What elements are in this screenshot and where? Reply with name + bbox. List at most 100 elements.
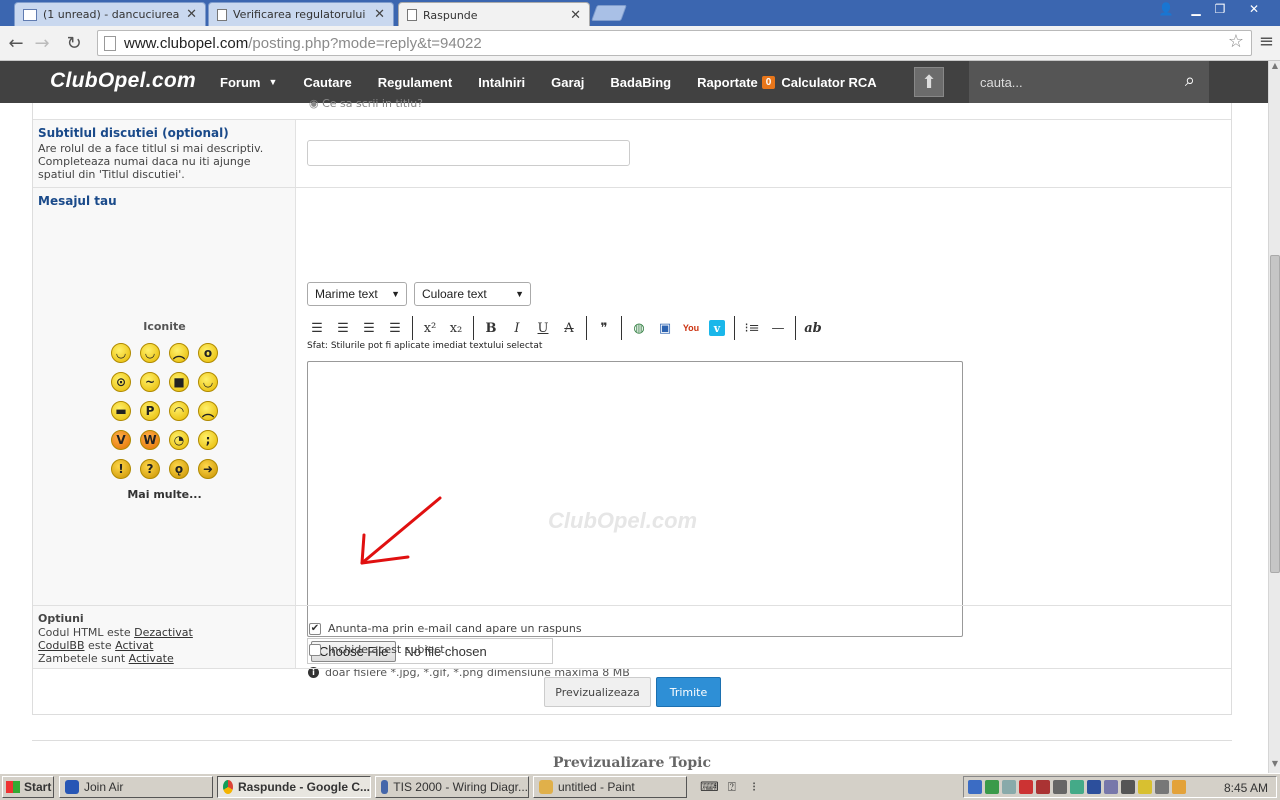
scroll-top-arrow-icon[interactable]: ⬆ [914, 67, 944, 97]
site-search-input[interactable]: cauta... ⌕ [969, 61, 1209, 103]
site-logo[interactable]: ClubOpel.com [50, 69, 196, 93]
emoticon-wink-icon[interactable]: ; [198, 430, 218, 450]
emoticon-evil-icon[interactable]: V [111, 430, 131, 450]
emoticon-eek-icon[interactable]: ⊙ [111, 372, 131, 392]
task-join-air[interactable]: Join Air [59, 776, 213, 798]
bold-icon[interactable]: B [478, 319, 504, 337]
bookmark-star-icon[interactable]: ☆ [1228, 31, 1244, 52]
question-icon[interactable]: ? [140, 459, 160, 479]
emoticon-laugh-icon[interactable]: ◡ [111, 343, 131, 363]
tab-raspunde[interactable]: Raspunde ✕ [398, 2, 590, 27]
bbcode-link[interactable]: CodulBB [38, 639, 85, 652]
forward-icon[interactable]: → [31, 32, 53, 54]
menu-icon[interactable]: ≡ [1259, 31, 1274, 52]
tray-network-icon[interactable] [1121, 780, 1135, 794]
text-color-select[interactable]: Culoare text ▼ [414, 282, 531, 306]
help-icon[interactable]: ⍰ [728, 779, 736, 795]
notify-option[interactable]: ✔ Anunta-ma prin e-mail cand apare un ras… [309, 622, 582, 635]
emoticon-razz-icon[interactable]: P [140, 401, 160, 421]
underline-icon[interactable]: U [530, 319, 556, 337]
scroll-up-icon[interactable]: ▲ [1269, 61, 1280, 73]
scroll-down-icon[interactable]: ▼ [1269, 759, 1280, 771]
restore-icon[interactable]: ❐ [1206, 0, 1234, 18]
tray-app-icon[interactable] [1138, 780, 1152, 794]
lock-option[interactable]: Inchide acest subiect [309, 643, 445, 656]
bbcode-state-link[interactable]: Activat [115, 639, 153, 652]
arrow-icon[interactable]: ➜ [198, 459, 218, 479]
tray-app-icon[interactable] [1087, 780, 1101, 794]
overflow-icon[interactable]: ⁝ [752, 779, 756, 795]
new-tab-button[interactable] [591, 5, 627, 21]
close-icon[interactable]: ✕ [374, 7, 385, 22]
subscript-icon[interactable]: x₂ [443, 319, 469, 337]
notify-checkbox[interactable]: ✔ [309, 622, 321, 635]
task-chrome[interactable]: Raspunde - Google C... [217, 776, 371, 798]
remove-format-icon[interactable]: ab [800, 319, 826, 337]
nav-raportate[interactable]: Raportate 0 [697, 75, 781, 90]
image-icon[interactable]: ▣ [652, 319, 678, 337]
address-bar[interactable]: www.clubopel.com/posting.php?mode=reply&… [97, 30, 1252, 56]
emoticon-sad-icon[interactable]: ︵ [169, 343, 189, 363]
tray-app-icon[interactable] [968, 780, 982, 794]
nav-forum[interactable]: Forum ▼ [220, 75, 277, 90]
link-globe-icon[interactable]: ◍ [626, 319, 652, 337]
align-center-icon[interactable]: ☰ [356, 319, 382, 337]
lock-checkbox[interactable] [309, 643, 321, 656]
tray-app-icon[interactable] [1070, 780, 1084, 794]
nav-calculator-rca[interactable]: Calculator RCA [781, 75, 876, 90]
start-button[interactable]: Start [2, 776, 54, 798]
bullet-list-icon[interactable]: ⁝≡ [739, 319, 765, 337]
clock[interactable]: 8:45 AM [1224, 781, 1268, 795]
task-tis2000[interactable]: TIS 2000 - Wiring Diagr... [375, 776, 529, 798]
nav-garaj[interactable]: Garaj [551, 75, 584, 90]
emoticon-surprised-icon[interactable]: o [198, 343, 218, 363]
tray-app-icon[interactable] [1019, 780, 1033, 794]
html-state-link[interactable]: Dezactivat [134, 626, 193, 639]
tray-app-icon[interactable] [1104, 780, 1118, 794]
align-left-icon[interactable]: ☰ [304, 319, 330, 337]
align-right-icon[interactable]: ☰ [330, 319, 356, 337]
tray-app-icon[interactable] [1172, 780, 1186, 794]
emoticon-twisted-icon[interactable]: W [140, 430, 160, 450]
align-justify-icon[interactable]: ☰ [382, 319, 408, 337]
close-icon[interactable]: ✕ [186, 7, 197, 22]
idea-icon[interactable]: ǫ [169, 459, 189, 479]
text-size-select[interactable]: Marime text ▼ [307, 282, 407, 306]
quote-icon[interactable]: ❞ [591, 319, 617, 337]
tray-app-icon[interactable] [985, 780, 999, 794]
superscript-icon[interactable]: x² [417, 319, 443, 337]
task-paint[interactable]: untitled - Paint [533, 776, 687, 798]
emoticon-confused-icon[interactable]: ~ [140, 372, 160, 392]
emoticon-cool-icon[interactable]: ■ [169, 372, 189, 392]
nav-regulament[interactable]: Regulament [378, 75, 452, 90]
tray-app-icon[interactable] [1002, 780, 1016, 794]
emoticon-smile-icon[interactable]: ◡ [198, 372, 218, 392]
reload-icon[interactable]: ↻ [63, 32, 85, 54]
nav-intalniri[interactable]: Intalniri [478, 75, 525, 90]
back-icon[interactable]: ← [5, 32, 27, 54]
window-close-icon[interactable]: ✕ [1240, 0, 1268, 18]
tab-verificarea[interactable]: Verificarea regulatorului de te... ✕ [208, 2, 394, 26]
keyboard-icon[interactable]: ⌨ [700, 779, 719, 795]
smilies-state-link[interactable]: Activate [129, 652, 174, 665]
more-emoticons-link[interactable]: Mai multe... [33, 488, 296, 501]
nav-cautare[interactable]: Cautare [303, 75, 351, 90]
nav-badabing[interactable]: BadaBing [610, 75, 671, 90]
emoticon-mad-icon[interactable]: ▬ [111, 401, 131, 421]
scrollbar-thumb[interactable] [1270, 255, 1280, 573]
vimeo-icon[interactable]: v [709, 320, 725, 336]
strikethrough-icon[interactable]: A [556, 319, 582, 337]
tray-shield-icon[interactable] [1036, 780, 1050, 794]
preview-button[interactable]: Previzualizeaza [544, 677, 651, 707]
emoticon-embarrassed-icon[interactable]: ◠ [169, 401, 189, 421]
profile-icon[interactable]: 👤 [1152, 0, 1180, 18]
tab-gmail[interactable]: (1 unread) - dancuciureanu - ... ✕ [14, 2, 206, 26]
emoticon-rolleyes-icon[interactable]: ◔ [169, 430, 189, 450]
emoticon-cry-icon[interactable]: ︵ [198, 401, 218, 421]
youtube-icon[interactable]: You [678, 319, 704, 337]
subtitle-input[interactable] [307, 140, 630, 166]
close-icon[interactable]: ✕ [570, 8, 581, 23]
tray-app-icon[interactable] [1053, 780, 1067, 794]
emoticon-grin-icon[interactable]: ◡ [140, 343, 160, 363]
exclamation-icon[interactable]: ! [111, 459, 131, 479]
